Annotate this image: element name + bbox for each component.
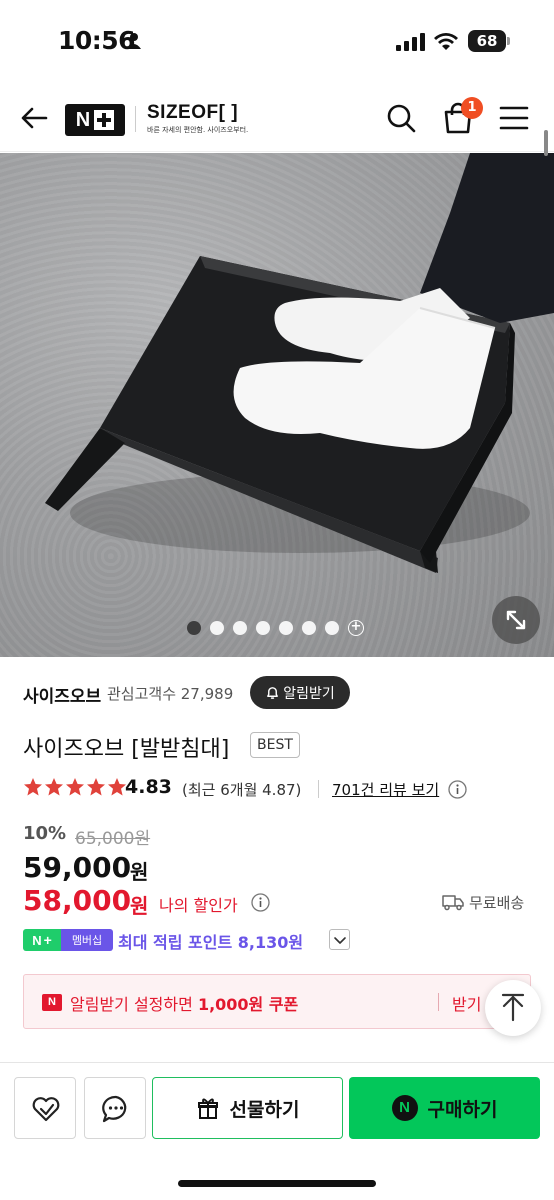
max-points-text: 최대 적립 포인트 8,130원	[118, 933, 304, 952]
product-image[interactable]	[0, 153, 554, 657]
shipping-label: 무료배송	[469, 894, 525, 912]
naver-plus-mark: N +	[23, 929, 61, 951]
delivery-truck-icon	[442, 895, 464, 911]
gift-button[interactable]: 선물하기	[152, 1077, 343, 1139]
cart-count-badge: 1	[461, 97, 483, 119]
naver-n-icon: N	[391, 1095, 418, 1121]
gift-icon	[197, 1098, 218, 1119]
bell-plus-icon	[267, 687, 279, 699]
gallery-dot[interactable]	[256, 621, 270, 635]
star-icon	[45, 778, 63, 796]
coupon-banner[interactable]: N 알림받기 설정하면 1,000원 쿠폰 받기	[23, 974, 531, 1029]
star-icon	[24, 778, 42, 796]
gallery-dot[interactable]	[210, 621, 224, 635]
review-link[interactable]: 701건 리뷰 보기	[332, 779, 439, 800]
coupon-text-amount: 1,000원 쿠폰	[197, 995, 299, 1014]
chevron-down-icon	[334, 937, 346, 944]
star-icon	[108, 778, 126, 796]
naver-plus-membership-badge: N + 멤버십	[23, 929, 113, 951]
person-icon	[127, 33, 141, 49]
gallery-dot[interactable]	[187, 621, 201, 635]
coupon-divider	[438, 993, 439, 1011]
naver-n-mark: N	[75, 108, 91, 131]
expand-icon	[506, 610, 526, 630]
coupon-text: 알림받기 설정하면 1,000원 쿠폰	[70, 991, 298, 1015]
status-bar: 10:56 68	[0, 0, 554, 80]
brand-logo[interactable]: SIZEOF[ ] 바른 자세의 편안함. 사이즈오부터.	[147, 102, 248, 135]
sale-price: 59,000	[23, 851, 132, 884]
gift-button-label: 선물하기	[229, 1098, 300, 1121]
brand-logo-name: SIZEOF[ ]	[147, 102, 239, 123]
gallery-pagination: +	[187, 620, 364, 636]
wifi-icon	[434, 33, 458, 50]
plus-mark	[94, 110, 115, 130]
header-divider	[135, 106, 136, 132]
discount-rate: 10%	[23, 823, 67, 844]
my-discount-price-label: 나의 할인가	[159, 896, 238, 915]
points-expand-button[interactable]	[329, 929, 350, 950]
rating-recent: (최근 6개월 4.87)	[182, 781, 302, 799]
gallery-dot[interactable]	[302, 621, 316, 635]
heart-icon	[32, 1097, 60, 1122]
arrow-up-icon	[501, 993, 525, 1022]
search-icon[interactable]	[385, 102, 417, 134]
product-photo-illustration	[45, 153, 554, 573]
expand-image-button[interactable]	[492, 596, 540, 644]
page-scrollbar[interactable]	[544, 130, 548, 156]
battery-nub	[507, 37, 510, 45]
status-time: 10:56	[58, 26, 136, 55]
product-title: 사이즈오브 [발받침대]	[23, 737, 230, 762]
battery-icon: 68	[468, 30, 506, 52]
cellular-signal-icon	[396, 33, 425, 51]
home-indicator[interactable]	[178, 1180, 376, 1187]
gallery-dot[interactable]	[325, 621, 339, 635]
star-icon	[66, 778, 84, 796]
app-header: N SIZEOF[ ] 바른 자세의 편안함. 사이즈오부터. 1	[0, 84, 554, 152]
best-badge: BEST	[250, 732, 300, 758]
buy-button-label: 구매하기	[427, 1098, 498, 1121]
coupon-text-prefix: 알림받기 설정하면	[70, 995, 198, 1014]
info-icon[interactable]	[448, 780, 467, 799]
brand-logo-tagline: 바른 자세의 편안함. 사이즈오부터.	[147, 126, 249, 134]
membership-badge-label: 멤버십	[61, 929, 113, 951]
info-icon[interactable]	[251, 893, 270, 912]
my-discount-price-unit: 원	[130, 894, 149, 918]
followers-count: 관심고객수 27,989	[107, 685, 234, 703]
star-icon	[87, 778, 105, 796]
hamburger-menu-icon[interactable]	[499, 104, 529, 132]
talk-chat-button[interactable]	[84, 1077, 146, 1139]
chat-bubble-icon	[102, 1095, 127, 1123]
rating-value: 4.83	[125, 776, 172, 798]
buy-button[interactable]: N 구매하기	[349, 1077, 540, 1139]
sale-price-unit: 원	[130, 860, 149, 884]
gallery-more-icon[interactable]: +	[348, 620, 364, 636]
gallery-dot[interactable]	[279, 621, 293, 635]
rating-stars	[23, 777, 127, 797]
scroll-to-top-button[interactable]	[485, 980, 541, 1036]
wishlist-button[interactable]	[14, 1077, 76, 1139]
naver-plus-logo[interactable]: N	[65, 104, 125, 136]
my-discount-price: 58,000	[23, 884, 132, 917]
store-alert-label: 알림받기	[283, 685, 335, 702]
store-name[interactable]: 사이즈오브	[23, 682, 101, 707]
rating-divider	[318, 780, 319, 798]
original-price: 65,000원	[75, 829, 151, 849]
store-alert-button[interactable]: 알림받기	[250, 676, 350, 709]
back-arrow-icon[interactable]	[18, 102, 50, 134]
coupon-get-button[interactable]: 받기	[452, 991, 481, 1015]
naver-n-badge: N	[42, 994, 62, 1011]
gallery-dot[interactable]	[233, 621, 247, 635]
